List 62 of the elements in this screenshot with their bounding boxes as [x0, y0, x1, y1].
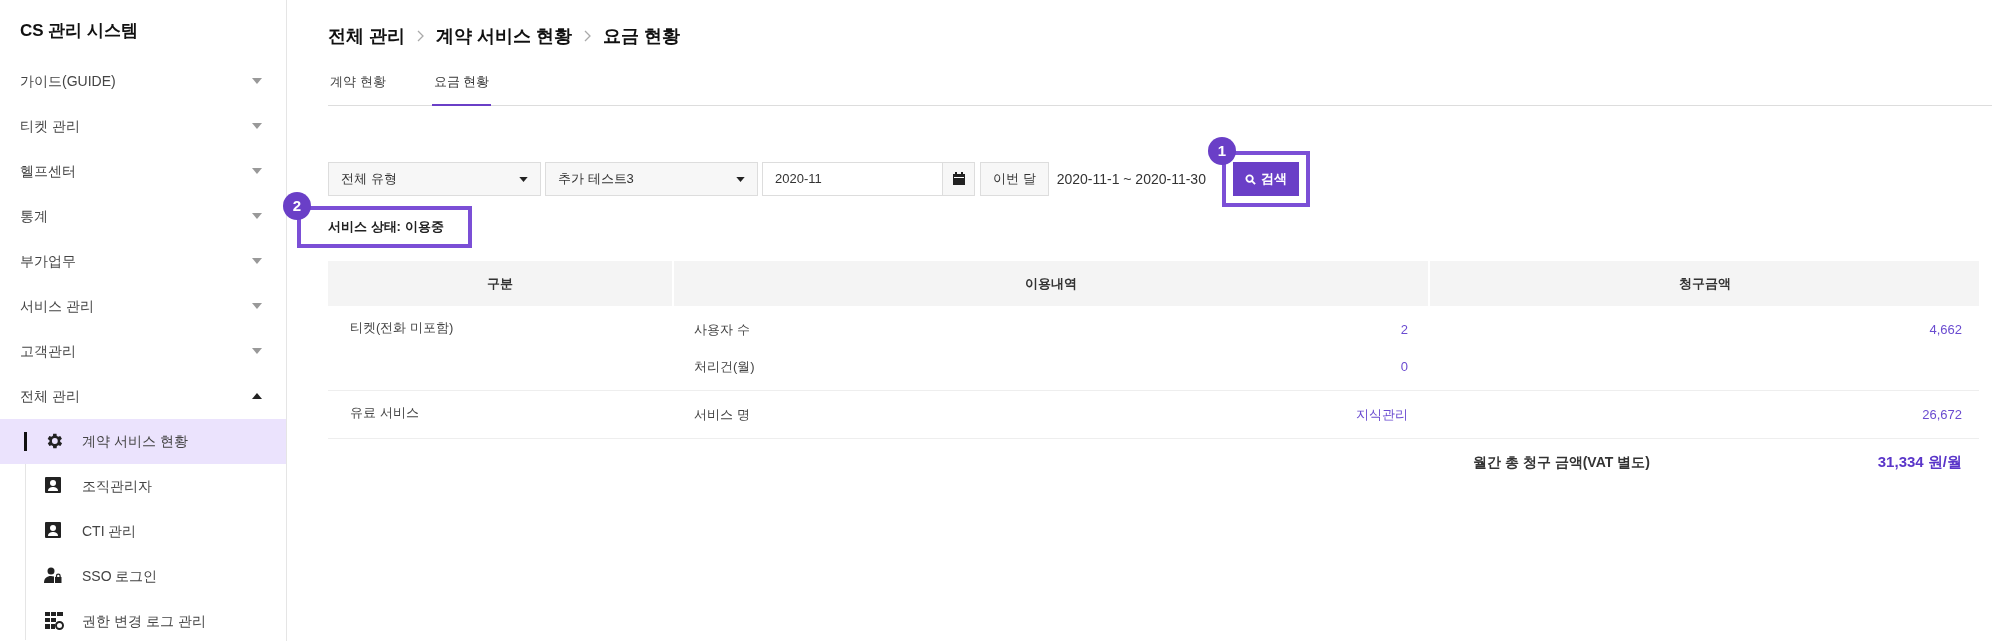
- search-icon: [1244, 173, 1256, 185]
- sidebar-item[interactable]: 통계: [0, 193, 286, 239]
- total-label: 월간 총 청구 금액(VAT 별도): [1473, 452, 1650, 472]
- expand-caret-icon: [252, 258, 262, 264]
- expand-caret-icon: [252, 303, 262, 309]
- table-cell-text: 사용자 수: [694, 320, 750, 339]
- expand-caret-icon: [252, 348, 262, 354]
- breadcrumb-item: 계약 서비스 현황: [436, 24, 573, 48]
- usage-value: 지식관리: [1356, 405, 1408, 424]
- amount-value: 4,662: [1929, 320, 1962, 339]
- breadcrumb-item: 요금 현황: [603, 24, 681, 48]
- expand-caret-icon: [252, 78, 262, 84]
- breadcrumb-item: 전체 관리: [328, 24, 405, 48]
- tab[interactable]: 계약 현황: [328, 62, 388, 106]
- sidebar-item[interactable]: 헬프센터: [0, 148, 286, 194]
- usage-value: 2: [1400, 320, 1408, 339]
- column-header: 구분: [486, 274, 514, 293]
- table-cell: 유료 서비스: [350, 405, 419, 420]
- calendar-icon[interactable]: [942, 163, 974, 195]
- sidebar-item[interactable]: 고객관리: [0, 328, 286, 374]
- annotation-badge: 1: [1207, 137, 1236, 165]
- sidebar-subitem[interactable]: SSO 로그인: [0, 553, 286, 599]
- user-lock-icon: [44, 565, 62, 584]
- contact-card-icon: [44, 520, 62, 539]
- expand-caret-icon: [252, 123, 262, 129]
- chevron-right-icon: [584, 30, 592, 42]
- tab[interactable]: 요금 현황: [431, 62, 492, 106]
- sidebar-item[interactable]: 가이드(GUIDE): [0, 58, 286, 104]
- amount-value: 26,672: [1922, 405, 1962, 424]
- grid-gear-icon: [44, 610, 64, 631]
- sidebar-item[interactable]: 부가업무: [0, 238, 286, 284]
- active-marker: [24, 431, 27, 451]
- table-cell-text: 처리건(월): [694, 357, 755, 376]
- expand-caret-icon: [252, 213, 262, 219]
- month-field[interactable]: 2020-11: [762, 162, 975, 196]
- sidebar-subitem[interactable]: CTI 관리: [0, 508, 286, 554]
- sidebar-title: CS 관리 시스템: [19, 20, 140, 42]
- sidebar-item[interactable]: 티켓 관리: [0, 103, 286, 149]
- chevron-right-icon: [417, 30, 424, 42]
- dropdown[interactable]: 전체 유형: [328, 162, 541, 196]
- usage-value: 0: [1400, 357, 1408, 376]
- caret-down-icon: [736, 176, 745, 182]
- expand-caret-icon: [252, 168, 262, 174]
- column-header: 이용내역: [672, 261, 1428, 306]
- sidebar-subitem[interactable]: 조직관리자: [0, 463, 286, 509]
- contact-card-icon: [44, 475, 62, 494]
- service-status: 서비스 상태: 이용중: [328, 218, 444, 237]
- sidebar-subitem[interactable]: 계약 서비스 현황: [0, 418, 286, 464]
- collapse-caret-icon: [252, 393, 262, 399]
- this-month-button[interactable]: 이번 달: [980, 162, 1049, 196]
- date-range: 2020-11-1 ~ 2020-11-30: [1056, 169, 1206, 189]
- sidebar-item[interactable]: 서비스 관리: [0, 283, 286, 329]
- dropdown[interactable]: 추가 테스트3: [545, 162, 758, 196]
- sidebar-item[interactable]: 전체 관리: [0, 373, 286, 419]
- table-cell-text: 서비스 명: [694, 405, 750, 424]
- search-button[interactable]: 검색: [1232, 162, 1299, 196]
- table-cell: 티켓(전화 미포함): [350, 320, 454, 335]
- sidebar-subitem[interactable]: 권한 변경 로그 관리: [0, 598, 286, 641]
- column-header: 청구금액: [1428, 261, 1979, 306]
- annotation-badge: 2: [283, 192, 311, 220]
- total-value: 31,334 원/월: [1877, 451, 1962, 472]
- caret-down-icon: [519, 176, 528, 182]
